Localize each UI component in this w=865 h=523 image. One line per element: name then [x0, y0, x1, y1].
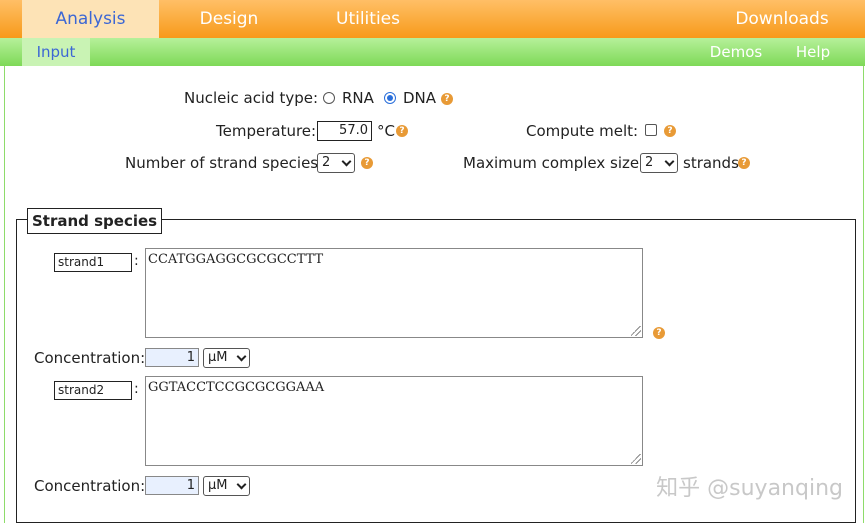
- strand-sequence-text: CCATGGAGGCGCGCCTTT: [148, 252, 324, 267]
- strand-sequence-text: GGTACCTCCGCGCGGAAA: [148, 380, 325, 395]
- strand-name-input[interactable]: strand2: [54, 381, 132, 400]
- concentration-label: Concentration:: [34, 477, 146, 495]
- subtab-demos[interactable]: Demos: [700, 38, 772, 66]
- subtab-help[interactable]: Help: [786, 38, 840, 66]
- temperature-input[interactable]: 57.0: [317, 121, 372, 141]
- help-icon[interactable]: ?: [441, 93, 453, 105]
- temperature-label: Temperature:: [216, 122, 317, 140]
- help-icon[interactable]: ?: [361, 157, 373, 169]
- strand-species-count-label: Number of strand species:: [125, 154, 324, 172]
- concentration-unit-value: μM: [208, 478, 228, 493]
- radio-dna[interactable]: [384, 92, 396, 104]
- strand-species-legend: Strand species: [27, 208, 163, 234]
- max-complex-select[interactable]: 2: [640, 153, 678, 173]
- help-icon[interactable]: ?: [738, 157, 750, 169]
- tab-design[interactable]: Design: [175, 0, 283, 38]
- tab-downloads[interactable]: Downloads: [722, 0, 842, 38]
- resize-grip-icon[interactable]: [631, 326, 641, 336]
- concentration-input[interactable]: 1: [145, 476, 199, 495]
- strand-sequence-input[interactable]: GGTACCTCCGCGCGGAAA: [145, 376, 643, 466]
- subtab-input[interactable]: Input: [22, 38, 90, 66]
- chevron-down-icon: [341, 156, 352, 167]
- max-complex-label: Maximum complex size:: [463, 154, 645, 172]
- concentration-unit-value: μM: [208, 350, 228, 365]
- resize-grip-icon[interactable]: [631, 454, 641, 464]
- strand-species-count-select[interactable]: 2: [317, 153, 355, 173]
- radio-rna[interactable]: [323, 92, 335, 104]
- max-complex-value: 2: [645, 155, 654, 170]
- concentration-unit-select[interactable]: μM: [203, 476, 250, 496]
- watermark: 知乎 @suyanqing: [656, 476, 843, 501]
- help-icon[interactable]: ?: [664, 125, 676, 137]
- concentration-unit-select[interactable]: μM: [203, 348, 250, 368]
- dna-label: DNA: [403, 89, 437, 107]
- rna-label: RNA: [342, 89, 374, 107]
- strand-sequence-input[interactable]: CCATGGAGGCGCGCCTTT: [145, 248, 643, 338]
- colon: :: [134, 381, 139, 397]
- nucleic-acid-label: Nucleic acid type:: [184, 89, 319, 107]
- chevron-down-icon: [664, 156, 675, 167]
- tab-analysis[interactable]: Analysis: [22, 0, 159, 38]
- colon: :: [134, 253, 139, 269]
- temperature-unit: °C: [377, 122, 395, 140]
- chevron-down-icon: [236, 479, 247, 490]
- tab-utilities[interactable]: Utilities: [312, 0, 424, 38]
- compute-melt-checkbox[interactable]: [645, 124, 657, 136]
- concentration-label: Concentration:: [34, 349, 146, 367]
- sub-nav: Input Demos Help: [0, 38, 865, 66]
- strand-name-input[interactable]: strand1: [54, 253, 132, 272]
- help-icon[interactable]: ?: [396, 125, 408, 137]
- concentration-input[interactable]: 1: [145, 348, 199, 367]
- strand-species-count-value: 2: [322, 155, 331, 170]
- strands-unit: strands: [683, 154, 739, 172]
- top-nav: Analysis Design Utilities Downloads: [0, 0, 865, 38]
- help-icon[interactable]: ?: [653, 327, 665, 339]
- chevron-down-icon: [236, 351, 247, 362]
- compute-melt-label: Compute melt:: [526, 122, 639, 140]
